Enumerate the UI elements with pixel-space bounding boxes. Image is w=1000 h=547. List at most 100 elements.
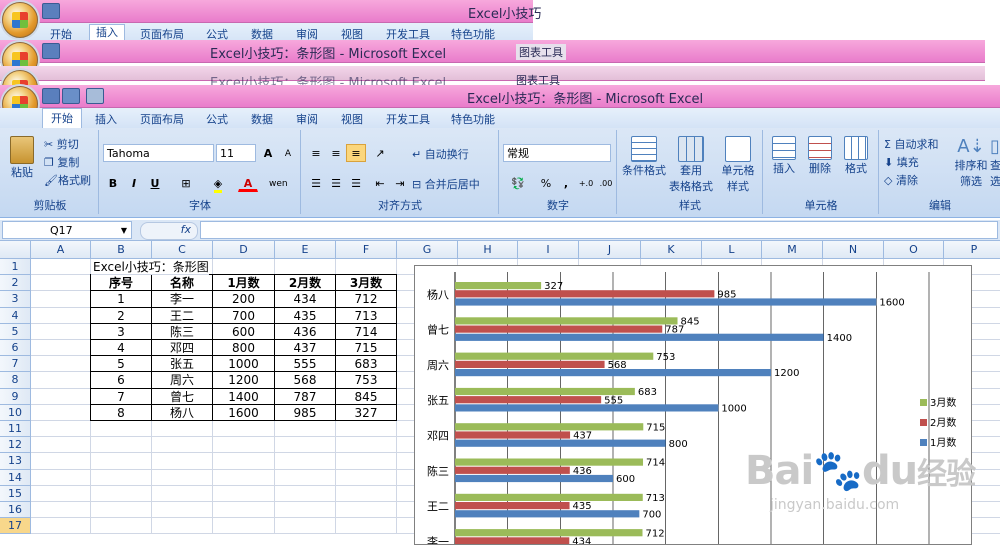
cell[interactable]: [336, 469, 397, 486]
cell[interactable]: [31, 469, 91, 486]
row-header-16[interactable]: 16: [0, 502, 31, 519]
table-cell[interactable]: 1400: [213, 388, 275, 405]
row-header-15[interactable]: 15: [0, 485, 31, 502]
table-cell[interactable]: 437: [275, 340, 336, 357]
cell[interactable]: [31, 275, 91, 292]
table-cell[interactable]: 436: [275, 323, 336, 340]
cell[interactable]: [152, 421, 213, 438]
redo-icon[interactable]: [86, 88, 104, 104]
cell[interactable]: [31, 356, 91, 373]
cell[interactable]: [275, 485, 336, 502]
cell[interactable]: [91, 502, 152, 519]
align-left-button[interactable]: ☰: [306, 174, 326, 192]
cell[interactable]: [91, 518, 152, 535]
cell[interactable]: [91, 485, 152, 502]
cell[interactable]: [31, 340, 91, 357]
table-cell[interactable]: 555: [275, 356, 336, 373]
cell[interactable]: [336, 518, 397, 535]
cell[interactable]: [275, 259, 336, 276]
comma-button[interactable]: ,: [556, 174, 576, 192]
cell[interactable]: [275, 469, 336, 486]
save-icon[interactable]: [42, 43, 60, 59]
row-header-6[interactable]: 6: [0, 340, 31, 357]
table-cell[interactable]: 5: [91, 356, 152, 373]
cell[interactable]: [152, 437, 213, 454]
column-header-d[interactable]: D: [213, 241, 275, 259]
merge-center-button[interactable]: ⊟ 合并后居中: [412, 176, 480, 192]
tab-home[interactable]: 开始: [42, 108, 82, 128]
table-header-cell[interactable]: 名称: [152, 275, 213, 292]
table-cell[interactable]: 568: [275, 372, 336, 389]
column-header-p[interactable]: P: [944, 241, 1000, 259]
cell[interactable]: [275, 437, 336, 454]
cell-styles-button[interactable]: 单元格 样式: [716, 136, 760, 194]
tab-review[interactable]: 审阅: [296, 111, 318, 127]
cell[interactable]: [31, 388, 91, 405]
align-bottom-button[interactable]: ≡: [346, 144, 366, 162]
decrease-decimal-button[interactable]: .00: [596, 174, 616, 192]
orientation-button[interactable]: ↗: [370, 144, 390, 162]
font-size-combo[interactable]: 11: [216, 144, 256, 162]
tab-view[interactable]: 视图: [341, 111, 363, 127]
cell[interactable]: [336, 421, 397, 438]
cell[interactable]: [91, 421, 152, 438]
chevron-down-icon[interactable]: ▼: [121, 222, 127, 240]
phonetic-button[interactable]: wen: [268, 174, 288, 192]
row-header-13[interactable]: 13: [0, 453, 31, 470]
column-header-l[interactable]: L: [702, 241, 762, 259]
cell[interactable]: [275, 502, 336, 519]
decrease-indent-button[interactable]: ⇤: [370, 174, 390, 192]
cell[interactable]: [213, 259, 275, 276]
cell[interactable]: [336, 502, 397, 519]
cell[interactable]: [275, 518, 336, 535]
fill-color-button[interactable]: ◈: [208, 174, 228, 193]
table-header-cell[interactable]: 2月数: [275, 275, 336, 292]
table-cell[interactable]: 714: [336, 323, 397, 340]
currency-button[interactable]: 💱: [503, 174, 533, 192]
cell[interactable]: [213, 453, 275, 470]
column-header-h[interactable]: H: [458, 241, 518, 259]
cell[interactable]: [213, 518, 275, 535]
column-header-c[interactable]: C: [152, 241, 213, 259]
column-header-a[interactable]: A: [31, 241, 91, 259]
column-header-o[interactable]: O: [884, 241, 944, 259]
table-cell[interactable]: 杨八: [152, 404, 213, 421]
shrink-font-button[interactable]: A: [278, 144, 298, 162]
conditional-format-button[interactable]: 条件格式: [622, 136, 666, 178]
cell[interactable]: [213, 502, 275, 519]
border-button[interactable]: ⊞: [176, 174, 196, 192]
underline-button[interactable]: U: [145, 174, 165, 192]
cell[interactable]: [336, 437, 397, 454]
cell[interactable]: [31, 259, 91, 276]
table-cell[interactable]: 683: [336, 356, 397, 373]
align-top-button[interactable]: ≡: [306, 144, 326, 162]
row-header-5[interactable]: 5: [0, 323, 31, 340]
cell[interactable]: [31, 421, 91, 438]
table-cell[interactable]: 700: [213, 307, 275, 324]
column-header-k[interactable]: K: [641, 241, 702, 259]
fill-button[interactable]: ⬇ 填充: [884, 154, 919, 170]
format-cells-button[interactable]: 格式: [840, 136, 872, 176]
table-cell[interactable]: 845: [336, 388, 397, 405]
cell[interactable]: [31, 404, 91, 421]
row-header-11[interactable]: 11: [0, 421, 31, 438]
align-middle-button[interactable]: ≡: [326, 144, 346, 162]
row-header-3[interactable]: 3: [0, 291, 31, 308]
cell[interactable]: [152, 469, 213, 486]
row-header-7[interactable]: 7: [0, 356, 31, 373]
save-icon[interactable]: [42, 3, 60, 19]
font-name-combo[interactable]: Tahoma: [103, 144, 214, 162]
column-header-g[interactable]: G: [397, 241, 458, 259]
table-cell[interactable]: 713: [336, 307, 397, 324]
table-cell[interactable]: 王二: [152, 307, 213, 324]
row-header-17[interactable]: 17: [0, 518, 31, 535]
wrap-text-button[interactable]: ↵ 自动换行: [412, 146, 469, 162]
column-header-m[interactable]: M: [762, 241, 823, 259]
table-header-cell[interactable]: 序号: [91, 275, 152, 292]
insert-cells-button[interactable]: 插入: [768, 136, 800, 176]
cell[interactable]: [31, 437, 91, 454]
sheet-title-cell[interactable]: Excel小技巧：条形图: [91, 259, 209, 276]
table-cell[interactable]: 600: [213, 323, 275, 340]
tab-data[interactable]: 数据: [251, 111, 273, 127]
row-header-2[interactable]: 2: [0, 275, 31, 292]
